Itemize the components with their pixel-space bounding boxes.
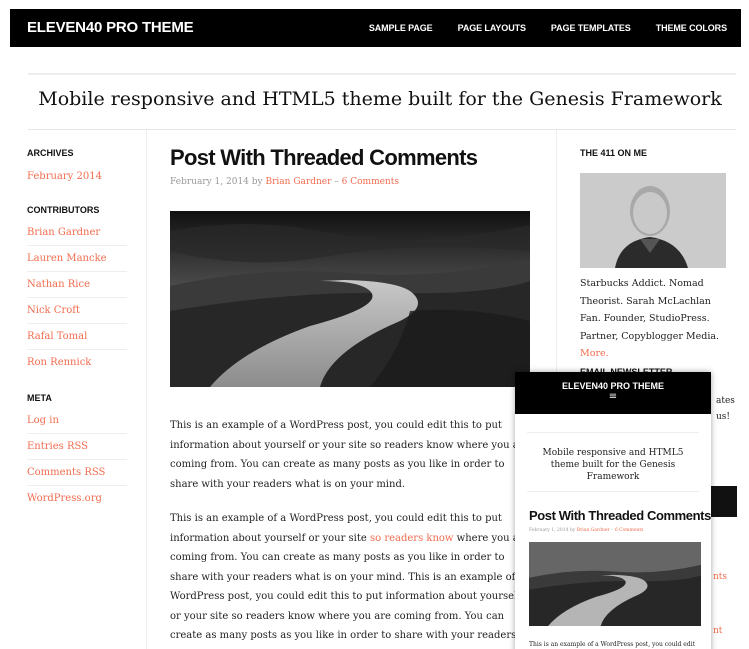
mobile-post-by: by (569, 528, 576, 533)
inline-link[interactable]: so readers know (370, 533, 453, 544)
mobile-preview: ELEVEN40 PRO THEME ≡ Mobile responsive a… (515, 372, 711, 649)
about-widget-title: THE 411 ON ME (580, 148, 648, 158)
meta-entries-rss-link[interactable]: Entries RSS (27, 434, 127, 460)
meta-comments-rss-link[interactable]: Comments RSS (27, 460, 127, 486)
subscribe-button-fragment[interactable] (711, 486, 737, 517)
archives-widget-title: ARCHIVES (27, 148, 74, 158)
meta-separator: – (334, 177, 339, 187)
post-article: Post With Threaded Comments February 1, … (170, 145, 542, 641)
header-bar: ELEVEN40 PRO THEME SAMPLE PAGE PAGE LAYO… (10, 9, 741, 47)
post-date: February 1, 2014 (170, 177, 249, 187)
contributor-link[interactable]: Brian Gardner (27, 220, 127, 246)
mobile-post-title[interactable]: Post With Threaded Comments (529, 508, 711, 523)
mobile-tagline: Mobile responsive and HTML5 theme built … (527, 432, 699, 492)
site-tagline: Mobile responsive and HTML5 theme built … (38, 88, 722, 110)
newsletter-text-fragment: ates (716, 396, 735, 406)
nav-page-templates[interactable]: PAGE TEMPLATES (551, 23, 631, 33)
post-by: by (251, 177, 263, 187)
nav-sample-page[interactable]: SAMPLE PAGE (369, 23, 433, 33)
meta-wordpress-link[interactable]: WordPress.org (27, 486, 127, 511)
post-comments-link[interactable]: 6 Comments (342, 177, 399, 187)
mobile-comments-link[interactable]: 6 Comments (615, 528, 644, 533)
sidebar-link-fragment[interactable]: nts (713, 572, 727, 582)
meta-list: Log in Entries RSS Comments RSS WordPres… (27, 408, 127, 511)
contributors-widget-title: CONTRIBUTORS (27, 205, 100, 215)
post-paragraph: This is an example of a WordPress post, … (170, 509, 532, 649)
bio-text: Starbucks Addict. Nomad Theorist. Sarah … (580, 278, 720, 342)
column-divider (146, 130, 147, 649)
column-divider (556, 130, 557, 380)
secondary-sidebar: THE 411 ON ME Starbucks Addict. Nomad Th… (580, 148, 730, 363)
nav-theme-colors[interactable]: THEME COLORS (656, 23, 727, 33)
mobile-featured-image (529, 542, 701, 626)
contributor-link[interactable]: Nick Croft (27, 298, 127, 324)
meta-widget-title: META (27, 393, 52, 403)
contributor-link[interactable]: Nathan Rice (27, 272, 127, 298)
newsletter-text-fragment: us! (716, 412, 731, 422)
archive-link[interactable]: February 2014 (27, 158, 127, 189)
menu-icon[interactable]: ≡ (515, 391, 711, 403)
mobile-post-meta: February 1, 2014 by Brian Gardner – 6 Co… (529, 528, 711, 533)
mobile-site-title[interactable]: ELEVEN40 PRO THEME (515, 372, 711, 391)
author-bio: Starbucks Addict. Nomad Theorist. Sarah … (580, 275, 730, 363)
post-title[interactable]: Post With Threaded Comments (170, 145, 542, 171)
contributor-link[interactable]: Ron Rennick (27, 350, 127, 375)
mobile-header-bar: ELEVEN40 PRO THEME ≡ (515, 372, 711, 414)
post-text: where you are coming from. You can creat… (170, 532, 529, 642)
meta-login-link[interactable]: Log in (27, 408, 127, 434)
divider (28, 73, 736, 75)
mobile-meta-separator: – (611, 528, 614, 533)
divider (28, 129, 736, 130)
contributor-link[interactable]: Lauren Mancke (27, 246, 127, 272)
mobile-post-paragraph: This is an example of a WordPress post, … (529, 641, 696, 648)
bio-more-link[interactable]: More. (580, 348, 609, 359)
post-paragraph: This is an example of a WordPress post, … (170, 420, 530, 490)
post-meta: February 1, 2014 by Brian Gardner – 6 Co… (170, 177, 542, 187)
primary-sidebar: ARCHIVES February 2014 CONTRIBUTORS Bria… (27, 148, 127, 511)
contributors-list: Brian Gardner Lauren Mancke Nathan Rice … (27, 220, 127, 375)
main-nav: SAMPLE PAGE PAGE LAYOUTS PAGE TEMPLATES … (369, 23, 727, 33)
site-title[interactable]: ELEVEN40 PRO THEME (27, 19, 194, 36)
sidebar-link-fragment[interactable]: nt (713, 626, 722, 636)
nav-page-layouts[interactable]: PAGE LAYOUTS (458, 23, 526, 33)
post-featured-image (170, 211, 530, 387)
mobile-author-link[interactable]: Brian Gardner (577, 528, 610, 533)
mobile-post-date: February 1, 2014 (529, 528, 569, 533)
post-author-link[interactable]: Brian Gardner (266, 177, 332, 187)
contributor-link[interactable]: Rafal Tomal (27, 324, 127, 350)
author-photo (580, 173, 726, 268)
